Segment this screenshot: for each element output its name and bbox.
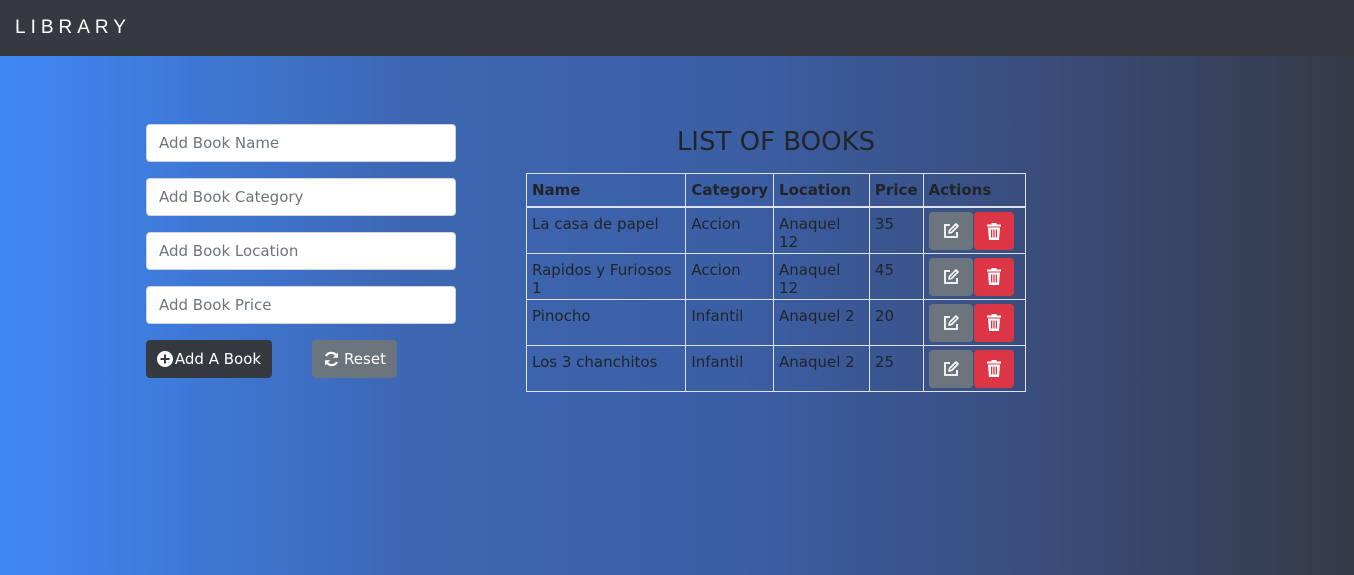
reset-button[interactable]: Reset: [312, 340, 397, 378]
cell-price: 20: [868, 298, 924, 346]
header-name: Name: [525, 173, 687, 208]
trash-icon: [986, 222, 1001, 240]
trash-icon: [986, 268, 1001, 285]
cell-price: 45: [868, 252, 924, 300]
cell-name: La casa de papel: [525, 206, 687, 254]
book-category-input[interactable]: [146, 178, 456, 216]
table-row: Los 3 chanchitos Infantil Anaquel 2 25: [525, 344, 1027, 392]
edit-icon: [943, 268, 959, 284]
cell-actions: [922, 344, 1027, 392]
trash-icon: [986, 360, 1001, 377]
reset-label: Reset: [344, 350, 386, 368]
edit-icon: [943, 223, 959, 238]
list-title: LIST OF BOOKS: [676, 127, 876, 157]
cell-price: 35: [868, 206, 924, 254]
cell-actions: [922, 206, 1027, 254]
edit-icon: [943, 360, 959, 376]
edit-button[interactable]: [928, 212, 973, 250]
cell-price: 25: [868, 344, 924, 392]
delete-button[interactable]: [973, 303, 1014, 342]
cell-category: Accion: [685, 252, 775, 300]
table-row: Pinocho Infantil Anaquel 2 20: [525, 298, 1027, 346]
header-price: Price: [868, 173, 924, 208]
cell-actions: [922, 252, 1027, 300]
cell-category: Infantil: [685, 298, 775, 346]
header-category: Category: [685, 173, 775, 208]
cell-location: Anaquel 2: [773, 298, 870, 346]
cell-name: Rapidos y Furiosos 1: [525, 252, 687, 300]
cell-category: Infantil: [685, 344, 775, 392]
cell-location: Anaquel 2: [773, 344, 870, 392]
header-location: Location: [773, 173, 870, 208]
table-header-row: Name Category Location Price Actions: [525, 173, 1027, 208]
cell-name: Los 3 chanchitos: [525, 344, 687, 392]
cell-actions: [922, 298, 1027, 346]
edit-icon: [943, 314, 959, 330]
refresh-icon: [323, 351, 340, 367]
delete-button[interactable]: [973, 257, 1014, 296]
delete-button[interactable]: [973, 349, 1014, 388]
trash-icon: [986, 314, 1001, 331]
book-price-input[interactable]: [146, 286, 456, 324]
header-actions: Actions: [922, 173, 1027, 208]
edit-button[interactable]: [928, 257, 973, 296]
add-book-label: Add A Book: [174, 350, 262, 368]
add-book-button[interactable]: Add A Book: [146, 340, 272, 378]
cell-location: Anaquel 12: [773, 252, 870, 300]
table-row: Rapidos y Furiosos 1 Accion Anaquel 12 4…: [525, 252, 1027, 300]
plus-circle-icon: [156, 351, 173, 367]
books-table: Name Category Location Price Actions La …: [525, 173, 1027, 392]
cell-category: Accion: [685, 206, 775, 254]
delete-button[interactable]: [973, 212, 1014, 250]
table-row: La casa de papel Accion Anaquel 12 35: [525, 206, 1027, 254]
edit-button[interactable]: [928, 349, 973, 388]
edit-button[interactable]: [928, 303, 973, 342]
cell-location: Anaquel 12: [773, 206, 870, 254]
book-name-input[interactable]: [146, 124, 456, 162]
cell-name: Pinocho: [525, 298, 687, 346]
brand-title[interactable]: LIBRARY: [15, 16, 131, 40]
navbar: LIBRARY: [0, 0, 1354, 56]
book-location-input[interactable]: [146, 232, 456, 270]
